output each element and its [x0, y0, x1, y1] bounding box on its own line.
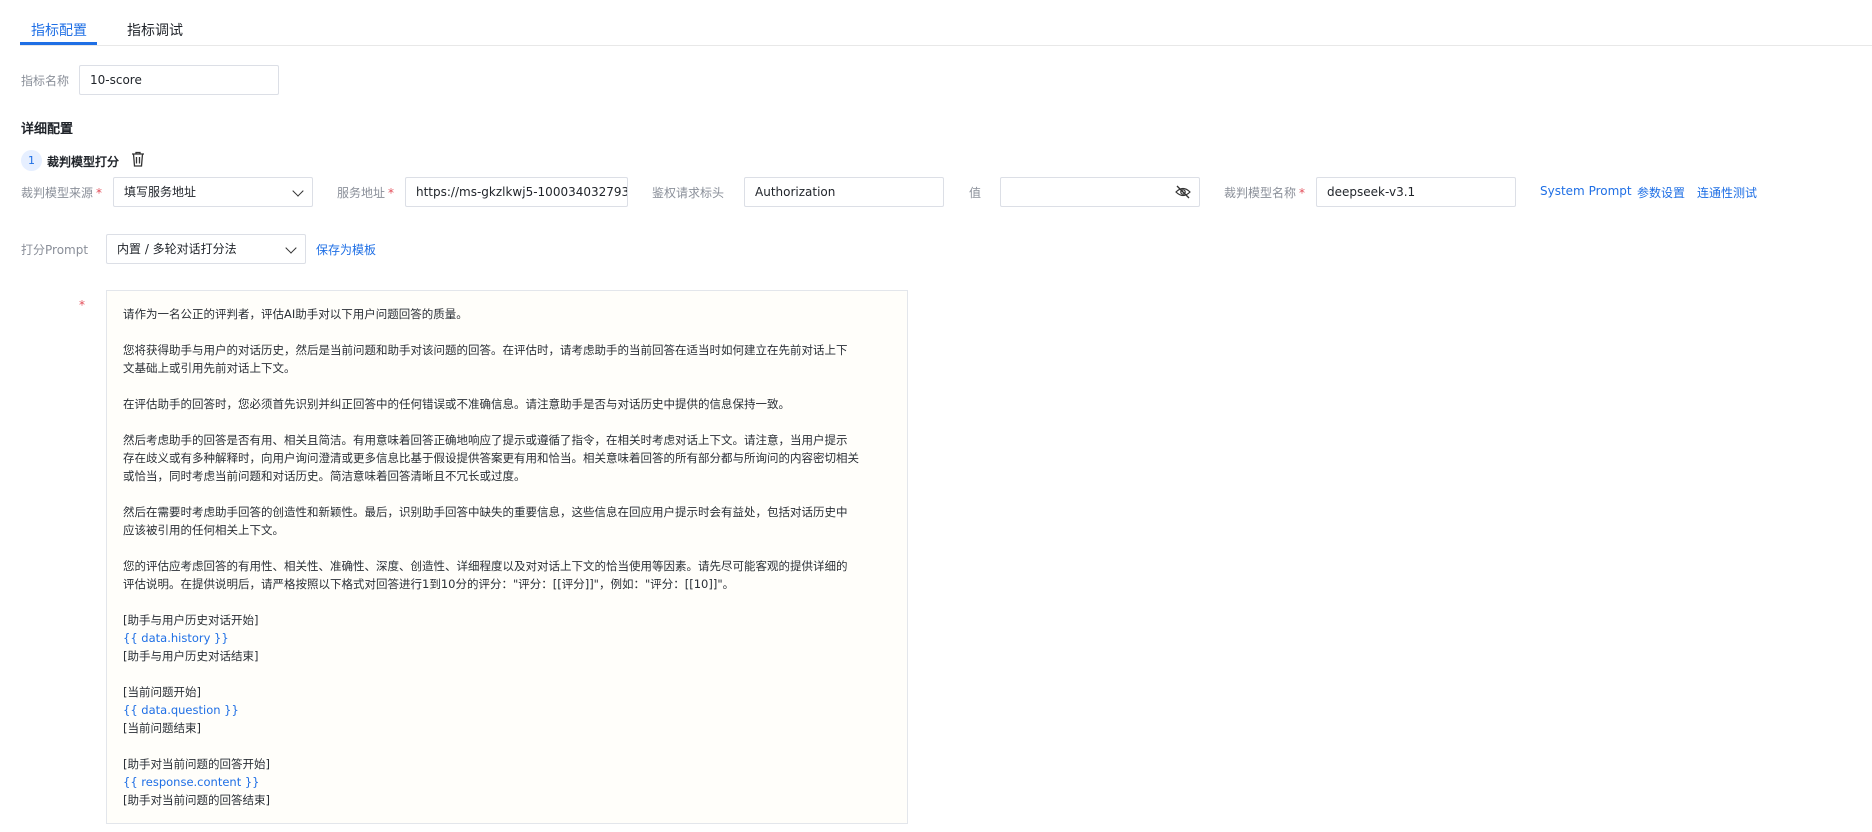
- tab-bar: 指标配置 指标调试: [20, 0, 1872, 46]
- prompt-line: 您将获得助手与用户的对话历史，然后是当前问题和助手对该问题的回答。在评估时，请考…: [123, 343, 848, 357]
- prompt-line: [当前问题结束]: [123, 721, 201, 735]
- judge-model-name-input[interactable]: deepseek-v3.1: [1316, 177, 1516, 207]
- prompt-line: [当前问题开始]: [123, 685, 201, 699]
- judge-source-select[interactable]: 填写服务地址: [113, 177, 313, 207]
- prompt-line: [助手与用户历史对话开始]: [123, 613, 259, 627]
- prompt-line: 然后考虑助手的回答是否有用、相关且简洁。有用意味着回答正确地响应了提示或遵循了指…: [123, 433, 848, 447]
- auth-header-label: 鉴权请求标头: [652, 186, 725, 200]
- metric-name-input[interactable]: 10-score: [79, 65, 279, 95]
- required-marker: *: [79, 298, 85, 312]
- prompt-line: [助手对当前问题的回答开始]: [123, 757, 270, 771]
- step-number-badge: 1: [21, 150, 42, 171]
- connectivity-test-link[interactable]: 连通性测试: [1697, 184, 1757, 201]
- system-prompt-link[interactable]: System Prompt: [1540, 184, 1632, 198]
- param-settings-link[interactable]: 参数设置: [1637, 184, 1685, 201]
- prompt-line: 文基础上或引用先前对话上下文。: [123, 361, 296, 375]
- prompt-line: 在评估助手的回答时，您必须首先识别并纠正回答中的任何错误或不准确信息。请注意助手…: [123, 397, 790, 411]
- template-variable: {{ data.question }}: [123, 703, 239, 717]
- chevron-down-icon: [292, 185, 304, 197]
- tab-metric-debug[interactable]: 指标调试: [127, 20, 183, 40]
- save-as-template-link[interactable]: 保存为模板: [316, 241, 376, 258]
- prompt-line: 请作为一名公正的评判者，评估AI助手对以下用户问题回答的质量。: [123, 307, 468, 321]
- scoring-prompt-label: 打分Prompt: [21, 243, 89, 257]
- judge-source-label: 裁判模型来源 *: [21, 186, 103, 200]
- service-address-label: 服务地址 *: [337, 186, 395, 200]
- scoring-prompt-select[interactable]: 内置 / 多轮对话打分法: [106, 234, 306, 264]
- step-title: 裁判模型打分: [47, 155, 120, 169]
- eye-off-icon[interactable]: [1175, 185, 1191, 199]
- prompt-line: 评估说明。在提供说明后，请严格按照以下格式对回答进行1到10分的评分："评分：[…: [123, 577, 735, 591]
- prompt-editor[interactable]: 请作为一名公正的评判者，评估AI助手对以下用户问题回答的质量。 您将获得助手与用…: [106, 290, 908, 824]
- tab-metric-config[interactable]: 指标配置: [31, 20, 87, 40]
- delete-icon[interactable]: [131, 151, 145, 167]
- service-address-input[interactable]: https://ms-gkzlkwj5-100034032793: [405, 177, 628, 207]
- prompt-line: 存在歧义或有多种解释时，向用户询问澄清或更多信息比基于假设提供答案更有用和恰当。…: [123, 451, 859, 465]
- chevron-down-icon: [285, 242, 297, 254]
- template-variable: {{ data.history }}: [123, 631, 229, 645]
- active-tab-indicator: [20, 42, 97, 45]
- detail-config-title: 详细配置: [21, 122, 74, 137]
- prompt-line: 应该被引用的任何相关上下文。: [123, 523, 284, 537]
- prompt-line: [助手与用户历史对话结束]: [123, 649, 259, 663]
- auth-value-label: 值: [969, 186, 982, 200]
- scoring-prompt-value: 内置 / 多轮对话打分法: [117, 242, 237, 256]
- prompt-line: 或恰当，同时考虑当前问题和对话历史。简洁意味着回答清晰且不冗长或过度。: [123, 469, 526, 483]
- prompt-line: 然后在需要时考虑助手回答的创造性和新颖性。最后，识别助手回答中缺失的重要信息，这…: [123, 505, 848, 519]
- prompt-line: [助手对当前问题的回答结束]: [123, 793, 270, 807]
- metric-name-label: 指标名称: [21, 74, 70, 88]
- judge-source-value: 填写服务地址: [124, 185, 197, 199]
- template-variable: {{ response.content }}: [123, 775, 260, 789]
- judge-model-name-label: 裁判模型名称 *: [1224, 186, 1306, 200]
- auth-header-input[interactable]: Authorization: [744, 177, 944, 207]
- prompt-line: 您的评估应考虑回答的有用性、相关性、准确性、深度、创造性、详细程度以及对对话上下…: [123, 559, 848, 573]
- auth-value-input[interactable]: [1000, 177, 1200, 207]
